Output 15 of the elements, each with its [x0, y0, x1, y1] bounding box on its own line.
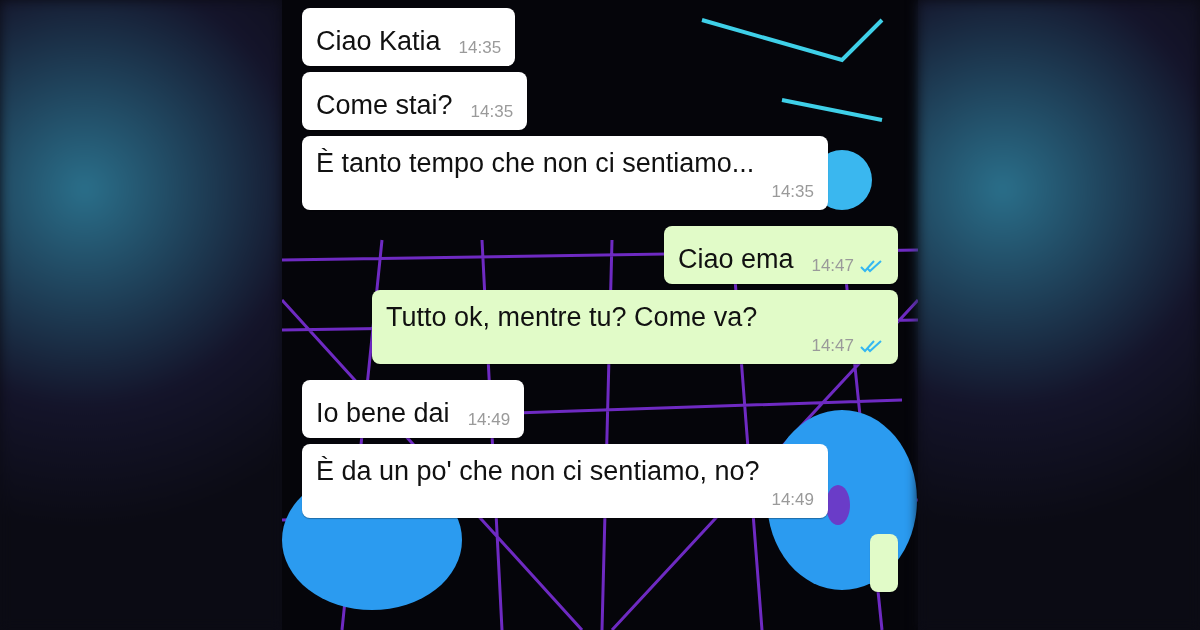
message-text: Come stai? [316, 89, 453, 122]
message-text: È tanto tempo che non ci sentiamo... [316, 147, 755, 180]
message-text: Tutto ok, mentre tu? Come va? [386, 301, 758, 334]
message-time: 14:49 [771, 490, 814, 510]
message-time: 14:35 [771, 182, 814, 202]
message-text: È da un po' che non ci sentiamo, no? [316, 455, 760, 488]
message-text: Ciao Katia [316, 25, 441, 58]
message-time: 14:47 [811, 336, 854, 356]
message-time: 14:35 [470, 102, 514, 122]
message-time: 14:49 [467, 410, 511, 430]
message-time: 14:47 [811, 256, 854, 276]
outgoing-message [870, 534, 898, 592]
message-time: 14:35 [458, 38, 502, 58]
message-text: Io bene dai [316, 397, 450, 430]
message-text: Ciao ema [677, 243, 794, 276]
